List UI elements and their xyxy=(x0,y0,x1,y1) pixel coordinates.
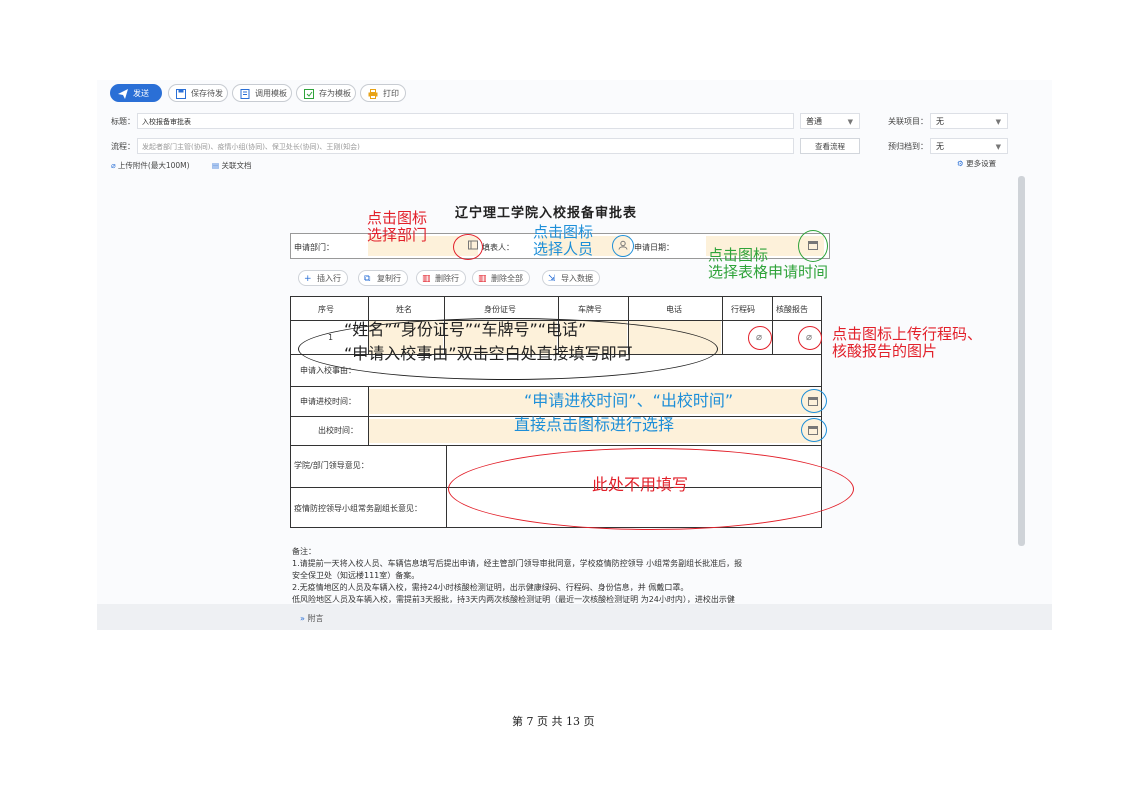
priority-select[interactable]: 普通 ▼ xyxy=(800,113,860,129)
footer-bar xyxy=(97,604,1052,630)
save-draft-button[interactable]: 保存待发 xyxy=(168,84,228,102)
form-notes: 备注： 1.请提前一天将入校人员、车辆信息填写后提出申请，经主管部门领导审批同意… xyxy=(292,546,827,603)
print-icon xyxy=(368,89,378,99)
column-header: 序号 xyxy=(318,305,334,314)
col-divider xyxy=(722,296,723,354)
note-line: 备注： xyxy=(292,547,316,556)
row-divider xyxy=(290,445,822,446)
copy-icon: ⧉ xyxy=(364,274,371,284)
trash-icon: ▥ xyxy=(478,274,487,284)
annotation-person: 点击图标 选择人员 xyxy=(533,223,594,259)
column-header: 电话 xyxy=(666,305,682,314)
print-button[interactable]: 打印 xyxy=(360,84,406,102)
annotation-circle xyxy=(453,234,483,260)
related-project-label: 关联项目： xyxy=(888,117,928,126)
form-title: 辽宁理工学院入校报备审批表 xyxy=(455,206,638,221)
save-template-icon xyxy=(304,89,314,99)
annotation-upload: 点击图标上传行程码、 核酸报告的图片 xyxy=(832,325,983,361)
view-flow-button[interactable]: 查看流程 xyxy=(800,138,860,154)
delete-all-button[interactable]: ▥ 删除全部 xyxy=(472,270,530,286)
column-header: 身份证号 xyxy=(484,305,516,314)
chevron-down-icon: ▼ xyxy=(847,118,853,126)
col-divider xyxy=(772,296,773,354)
attachment-toggle[interactable]: » 附言 xyxy=(300,613,323,624)
column-header: 核酸报告 xyxy=(776,305,808,314)
send-button[interactable]: 发送 xyxy=(110,84,162,102)
archive-select[interactable]: 无 ▼ xyxy=(930,138,1008,154)
annotation-times: “申请进校时间”、“出校时间” xyxy=(524,391,734,410)
annotation-circle xyxy=(801,418,827,442)
annotation-date: 点击图标 选择表格申请时间 xyxy=(708,246,829,282)
annotation-no-fill: 此处不用填写 xyxy=(592,475,689,494)
template-icon xyxy=(240,89,250,99)
paperclip-icon: ⌀ xyxy=(111,161,116,170)
annotation-dept: 点击图标 选择部门 xyxy=(367,209,428,245)
epidemic-opinion-label: 疫情防控领导小组常务副组长意见： xyxy=(294,504,422,513)
annotation-circle xyxy=(748,326,772,350)
vertical-scrollbar[interactable] xyxy=(1018,176,1025,546)
gear-icon: ⚙ xyxy=(957,159,964,168)
annotation-fields: “姓名”“身份证号”“车牌号”“电话” xyxy=(344,320,587,339)
person-label: 填表人： xyxy=(482,243,514,252)
copy-row-button[interactable]: ⧉ 复制行 xyxy=(358,270,408,286)
annotation-circle xyxy=(798,326,822,350)
date-label: 申请日期： xyxy=(634,243,674,252)
delete-row-button[interactable]: ▥ 删除行 xyxy=(416,270,466,286)
dept-label: 申请部门： xyxy=(294,243,334,252)
use-template-button[interactable]: 调用模板 xyxy=(232,84,292,102)
note-line: 安全保卫处（知远楼111室）备案。 xyxy=(292,571,420,580)
title-label: 标题： xyxy=(111,117,135,126)
leader-opinion-label: 学院/部门领导意见： xyxy=(294,461,369,470)
save-icon xyxy=(176,89,186,99)
send-icon xyxy=(118,89,128,99)
page-number: 第 7 页 共 13 页 xyxy=(512,715,595,728)
insert-row-button[interactable]: + 插入行 xyxy=(298,270,348,286)
exit-time-label: 出校时间： xyxy=(318,426,358,435)
row-divider xyxy=(290,386,822,387)
trash-icon: ▥ xyxy=(422,274,431,284)
more-settings-link[interactable]: ⚙ 更多设置 xyxy=(957,158,996,169)
annotation-times-hint: 直接点击图标进行选择 xyxy=(514,415,675,434)
chevron-down-icon: ▼ xyxy=(995,143,1001,151)
note-line: 2.无疫情地区的人员及车辆入校，需持24小时核酸检测证明，出示健康绿码、行程码、… xyxy=(292,583,689,592)
column-header: 行程码 xyxy=(731,305,755,314)
flow-input[interactable]: 发起者部门主管(协同)、疫情小组(协同)、保卫处长(协同)、王刚(知会) xyxy=(137,138,794,154)
note-line: 低风险地区人员及车辆入校，需提前3天报批，持3天内两次核酸检测证明（最近一次核酸… xyxy=(292,595,735,603)
document-icon: ▤ xyxy=(212,161,220,170)
flow-label: 流程： xyxy=(111,142,135,151)
enter-time-label: 申请进校时间： xyxy=(300,397,356,406)
column-header: 车牌号 xyxy=(578,305,602,314)
annotation-circle xyxy=(612,235,634,257)
upload-attachment-link[interactable]: ⌀ 上传附件(最大100M) xyxy=(111,160,190,171)
annotation-reason: “申请入校事由”双击空白处直接填写即可 xyxy=(344,344,633,363)
title-input[interactable]: 入校报备审批表 xyxy=(137,113,794,129)
related-project-select[interactable]: 无 ▼ xyxy=(930,113,1008,129)
import-data-button[interactable]: ⇲ 导入数据 xyxy=(542,270,600,286)
related-doc-link[interactable]: ▤ 关联文档 xyxy=(212,160,251,171)
column-header: 姓名 xyxy=(396,305,412,314)
save-template-button[interactable]: 存为模板 xyxy=(296,84,356,102)
col-divider xyxy=(446,445,447,528)
note-line: 1.请提前一天将入校人员、车辆信息填写后提出申请，经主管部门领导审批同意，学校疫… xyxy=(292,559,743,568)
annotation-circle xyxy=(801,389,827,413)
chevron-down-icon: ▼ xyxy=(995,118,1001,126)
plus-icon: + xyxy=(304,274,312,284)
archive-label: 预归档到： xyxy=(888,142,928,151)
import-icon: ⇲ xyxy=(548,274,556,284)
chevron-double-down-icon: » xyxy=(300,614,305,623)
